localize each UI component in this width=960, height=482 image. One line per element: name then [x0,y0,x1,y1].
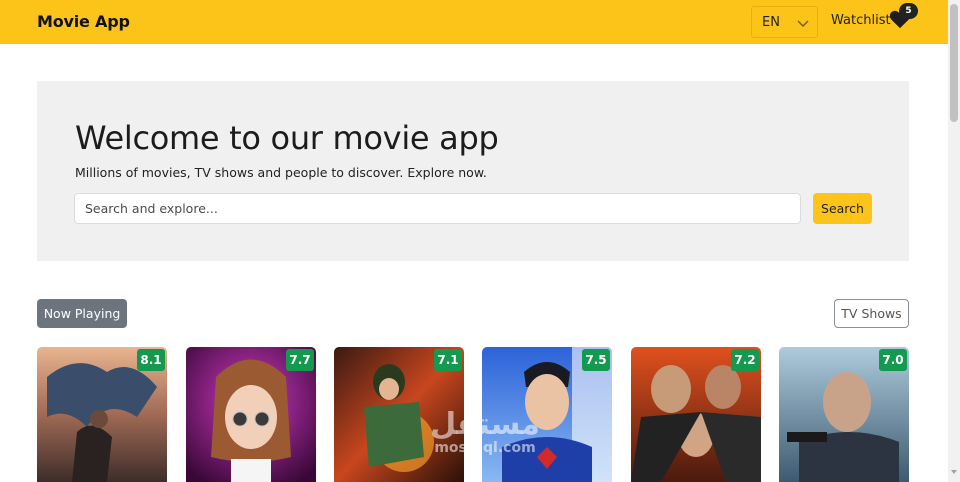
rating-badge: 7.0 [879,349,907,371]
rating-badge: 7.7 [286,349,314,371]
brand-logo[interactable]: Movie App [37,12,130,31]
movie-card[interactable]: 7.5 [482,347,612,482]
page-scrollbar[interactable] [948,0,960,482]
search-input[interactable] [74,193,801,224]
movie-card[interactable]: 7.2 [631,347,761,482]
scrollbar-thumb[interactable] [950,4,958,122]
language-value: EN [762,15,780,30]
scroll-down-arrow-icon[interactable] [951,470,957,474]
rating-badge: 7.5 [582,349,610,371]
watchlist-link[interactable]: Watchlist [831,13,891,28]
rating-badge: 8.1 [137,349,165,371]
top-navbar: Movie App EN Watchlist 5 [0,0,948,44]
language-select[interactable]: EN [751,6,818,38]
tab-now-playing[interactable]: Now Playing [37,299,127,328]
movie-card[interactable]: 7.1 [334,347,464,482]
movie-card[interactable]: 7.0 [779,347,909,482]
search-button[interactable]: Search [813,193,872,224]
rating-badge: 7.1 [434,349,462,371]
chevron-down-icon [797,20,809,27]
hero-banner: Welcome to our movie app Millions of mov… [37,81,909,261]
hero-subtitle: Millions of movies, TV shows and people … [75,165,487,180]
rating-badge: 7.2 [731,349,759,371]
hero-title: Welcome to our movie app [75,119,499,157]
movie-card[interactable]: 8.1 [37,347,167,482]
watchlist-count-badge: 5 [899,3,918,19]
movie-card[interactable]: 7.7 [186,347,316,482]
tab-tv-shows[interactable]: TV Shows [834,299,909,328]
